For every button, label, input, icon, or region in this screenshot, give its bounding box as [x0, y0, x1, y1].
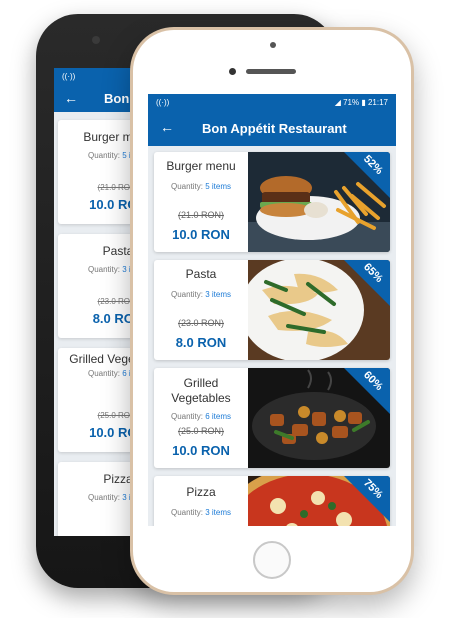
- card-info: Grilled Vegetables Quantity: 6 items (25…: [154, 368, 248, 468]
- pizza-photo: 75%: [248, 476, 390, 526]
- wifi-signal-icon: ((·)): [156, 98, 170, 107]
- burger-photo: 52%: [248, 152, 390, 252]
- item-name: Grilled Vegetables: [171, 376, 231, 405]
- menu-item-card[interactable]: Grilled Vegetables Quantity: 6 items (25…: [154, 368, 390, 468]
- quantity-label: Quantity:: [87, 151, 120, 160]
- menu-item-card[interactable]: Pizza Quantity: 3 items 75%: [154, 476, 390, 526]
- app-bar: ← Bon Appétit Restaurant: [148, 112, 396, 146]
- item-quantity: Quantity: 6 items: [154, 412, 248, 421]
- quantity-label: Quantity:: [87, 265, 120, 274]
- front-camera-icon: [229, 68, 236, 75]
- item-quantity: Quantity: 3 items: [154, 508, 248, 517]
- menu-item-card[interactable]: Pasta Quantity: 3 items (23.0 RON) 8.0 R…: [154, 260, 390, 360]
- item-quantity: Quantity: 3 items: [154, 290, 248, 299]
- status-bar: ((·)) ◢ 71% ▮ 21:17: [148, 94, 396, 112]
- front-camera-icon: [92, 36, 100, 44]
- app-title: Bon Appétit Restaurant: [202, 121, 347, 136]
- quantity-value: 6 items: [205, 412, 232, 421]
- item-name: Pizza: [186, 485, 216, 499]
- item-price: 10.0 RON: [172, 443, 230, 458]
- back-arrow-icon[interactable]: ←: [64, 90, 78, 106]
- proximity-sensor-icon: [270, 42, 276, 48]
- earpiece-speaker: [246, 69, 296, 74]
- item-old-price: (21.0 RON): [177, 210, 224, 220]
- quantity-label: Quantity:: [87, 493, 120, 502]
- quantity-value: 3 items: [205, 290, 232, 299]
- item-price: 8.0 RON: [175, 335, 227, 350]
- back-arrow-icon[interactable]: ←: [160, 119, 174, 135]
- quantity-value: 5 items: [205, 182, 232, 191]
- quantity-label: Quantity:: [87, 369, 120, 378]
- item-old-price: (25.0 RON): [177, 426, 224, 436]
- front-phone-device: ((·)) ◢ 71% ▮ 21:17 ← Bon Appétit Restau…: [130, 27, 414, 595]
- quantity-label: Quantity:: [170, 182, 203, 191]
- item-name: Pasta: [185, 267, 217, 281]
- item-quantity: Quantity: 5 items: [154, 182, 248, 191]
- card-info: Pasta Quantity: 3 items (23.0 RON) 8.0 R…: [154, 260, 248, 360]
- phone-screen: ((·)) ◢ 71% ▮ 21:17 ← Bon Appétit Restau…: [148, 94, 396, 526]
- battery-percent: 71%: [343, 98, 360, 107]
- home-button[interactable]: [253, 541, 291, 579]
- quantity-label: Quantity:: [170, 290, 203, 299]
- item-old-price: (23.0 RON): [177, 318, 224, 328]
- status-right: ◢ 71% ▮ 21:17: [335, 94, 388, 112]
- back-app-title: Bon: [104, 91, 130, 106]
- phone-body: ((·)) ◢ 71% ▮ 21:17 ← Bon Appétit Restau…: [133, 30, 411, 592]
- grilled-vegetables-photo: 60%: [248, 368, 390, 468]
- menu-item-card[interactable]: Burger menu Quantity: 5 items (21.0 RON)…: [154, 152, 390, 252]
- cell-signal-icon: ◢: [334, 98, 341, 107]
- battery-icon: ▮: [361, 98, 366, 107]
- quantity-label: Quantity:: [170, 508, 203, 517]
- pasta-photo: 65%: [248, 260, 390, 360]
- card-info: Burger menu Quantity: 5 items (21.0 RON)…: [154, 152, 248, 252]
- quantity-label: Quantity:: [170, 412, 203, 421]
- item-name: Burger menu: [166, 159, 236, 173]
- quantity-value: 3 items: [205, 508, 232, 517]
- item-price: 10.0 RON: [172, 227, 230, 242]
- clock: 21:17: [367, 98, 388, 107]
- card-info: Pizza Quantity: 3 items: [154, 476, 248, 526]
